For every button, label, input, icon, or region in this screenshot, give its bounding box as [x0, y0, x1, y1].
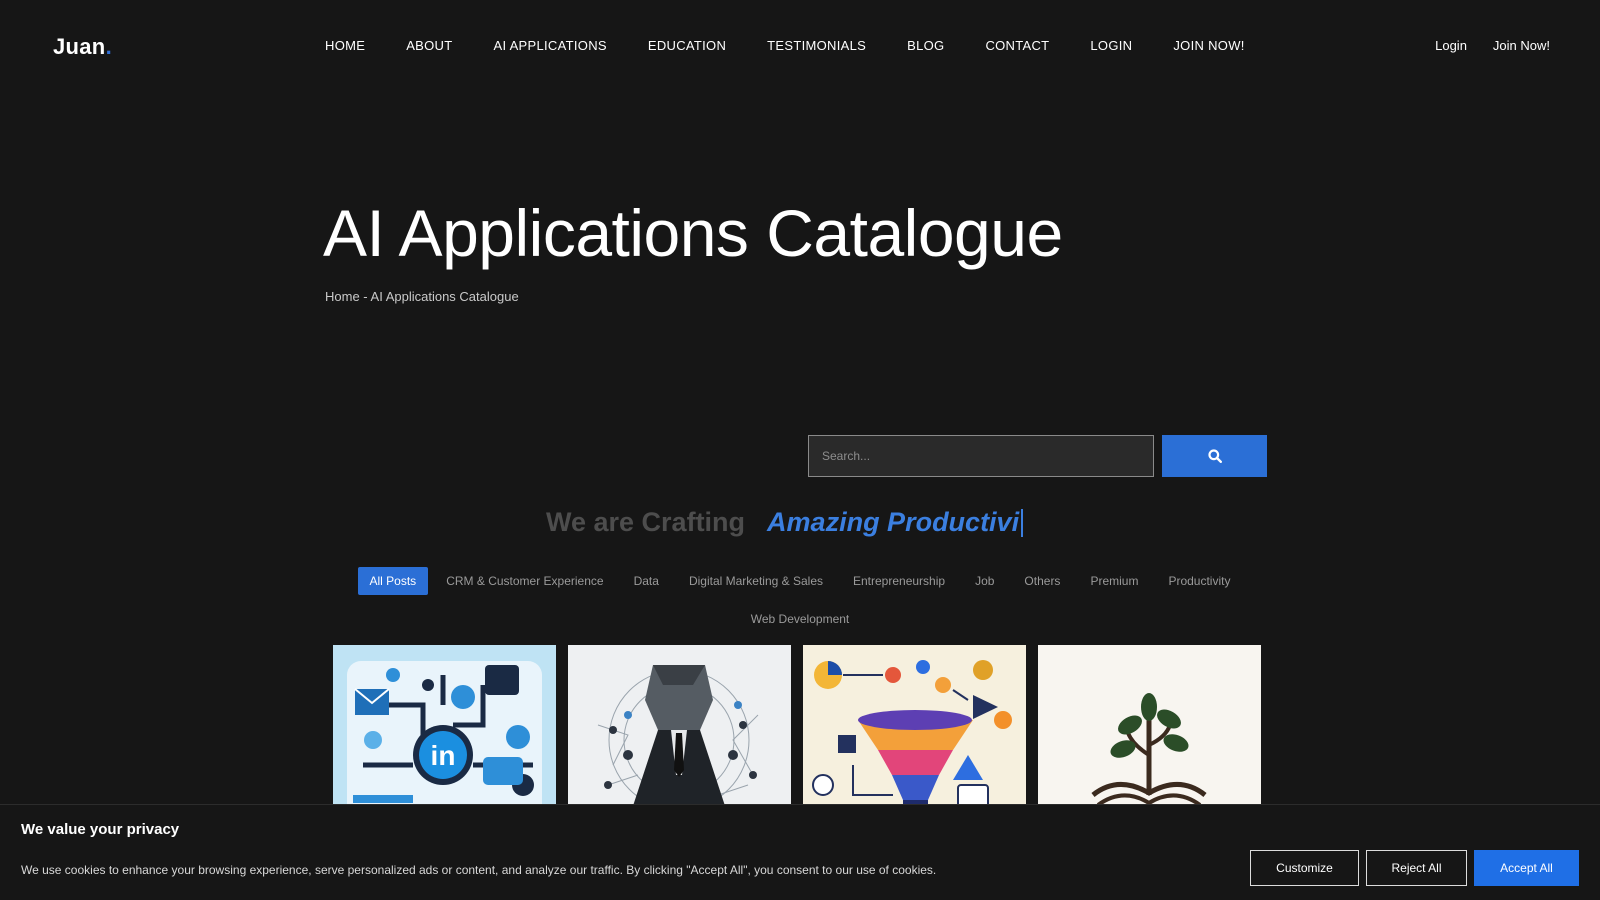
nav-blog[interactable]: BLOG [907, 38, 944, 53]
nav-login[interactable]: LOGIN [1090, 38, 1132, 53]
brand-dot: . [105, 34, 112, 59]
auth-links: Login Join Now! [1435, 38, 1550, 53]
breadcrumb: Home - AI Applications Catalogue [325, 289, 519, 304]
nav-about[interactable]: ABOUT [406, 38, 452, 53]
search-button[interactable] [1162, 435, 1267, 477]
filter-job[interactable]: Job [963, 567, 1006, 595]
search-input[interactable] [808, 435, 1154, 477]
nav-ai-applications[interactable]: AI APPLICATIONS [494, 38, 607, 53]
tagline-static: We are Crafting [546, 507, 746, 537]
join-now-link[interactable]: Join Now! [1493, 38, 1550, 53]
filter-crm[interactable]: CRM & Customer Experience [434, 567, 615, 595]
nav-contact[interactable]: CONTACT [985, 38, 1049, 53]
filter-web-development[interactable]: Web Development [739, 605, 862, 633]
filter-entrepreneurship[interactable]: Entrepreneurship [841, 567, 957, 595]
nav-testimonials[interactable]: TESTIMONIALS [767, 38, 866, 53]
post-card[interactable] [568, 645, 791, 815]
nav-join-now[interactable]: JOIN NOW! [1173, 38, 1244, 53]
breadcrumb-home[interactable]: Home [325, 289, 360, 304]
filter-others[interactable]: Others [1012, 567, 1072, 595]
filter-all-posts[interactable]: All Posts [357, 567, 429, 595]
breadcrumb-current: AI Applications Catalogue [370, 289, 519, 304]
page-title: AI Applications Catalogue [323, 196, 1063, 270]
breadcrumb-separator: - [359, 289, 371, 304]
filter-data[interactable]: Data [622, 567, 671, 595]
marketing-funnel-illustration [803, 645, 1026, 815]
cookie-title: We value your privacy [21, 821, 180, 838]
polygon-businessman-illustration [568, 645, 791, 815]
cookie-text: We use cookies to enhance your browsing … [21, 863, 937, 877]
typing-cursor [1021, 508, 1024, 537]
main-nav: HOME ABOUT AI APPLICATIONS EDUCATION TES… [325, 38, 1286, 53]
tagline: We are Crafting Amazing Productivi [546, 507, 1024, 538]
cookie-banner: We value your privacy We use cookies to … [0, 804, 1600, 900]
nav-home[interactable]: HOME [325, 38, 365, 53]
brand-name: Juan [53, 34, 106, 59]
post-card[interactable] [803, 645, 1026, 815]
book-tree-logo [1038, 645, 1261, 815]
post-card[interactable] [1038, 645, 1261, 815]
category-filters: All Posts CRM & Customer Experience Data… [340, 567, 1260, 633]
login-link[interactable]: Login [1435, 38, 1467, 53]
filter-premium[interactable]: Premium [1078, 567, 1150, 595]
customize-button[interactable]: Customize [1250, 850, 1359, 886]
filter-productivity[interactable]: Productivity [1156, 567, 1242, 595]
linkedin-network-illustration: in [333, 645, 556, 815]
site-header: Juan. HOME ABOUT AI APPLICATIONS EDUCATI… [0, 0, 1600, 92]
accept-all-button[interactable]: Accept All [1474, 850, 1579, 886]
svg-text:in: in [431, 740, 456, 771]
search-icon [1207, 449, 1222, 463]
tagline-typed: Amazing Productivi [767, 507, 1020, 537]
nav-education[interactable]: EDUCATION [648, 38, 726, 53]
reject-all-button[interactable]: Reject All [1366, 850, 1467, 886]
filter-digital-marketing[interactable]: Digital Marketing & Sales [677, 567, 835, 595]
brand-logo[interactable]: Juan. [53, 34, 112, 60]
post-grid: in [333, 645, 1261, 815]
post-card[interactable]: in [333, 645, 556, 815]
